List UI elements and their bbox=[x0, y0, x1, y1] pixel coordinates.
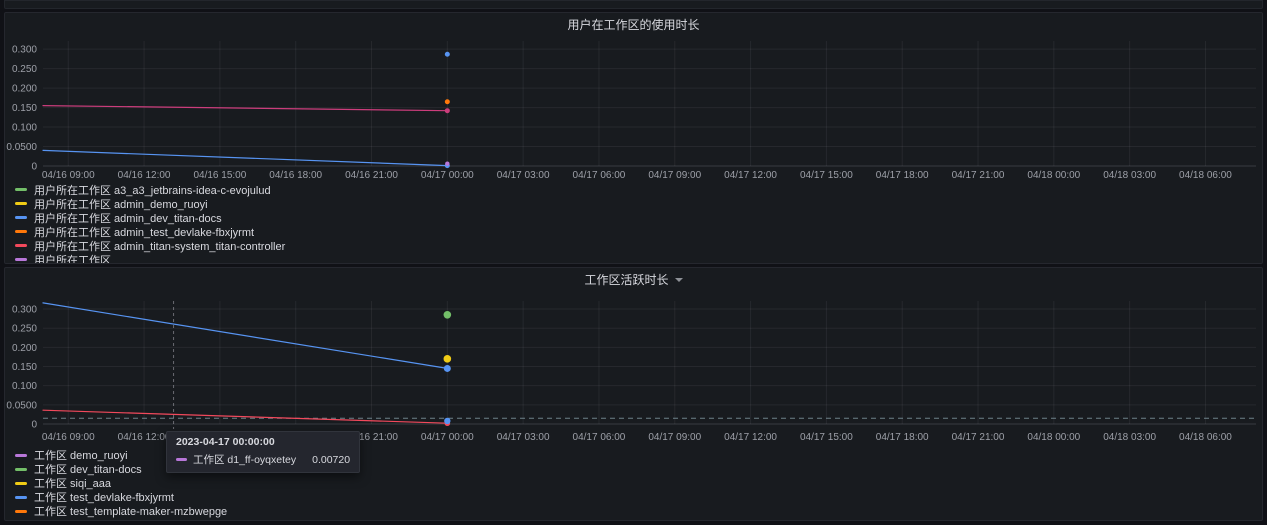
legend-swatch bbox=[15, 482, 27, 485]
x-tick-label: 04/16 12:00 bbox=[118, 170, 171, 181]
x-tick-label: 04/16 18:00 bbox=[269, 170, 322, 181]
legend-swatch bbox=[15, 258, 27, 261]
data-point bbox=[444, 418, 450, 424]
tooltip-series-label: 工作区 d1_ff-oyqxetey bbox=[193, 452, 296, 467]
x-tick-label: 04/17 15:00 bbox=[800, 170, 853, 181]
x-tick-label: 04/18 06:00 bbox=[1179, 170, 1232, 181]
legend-item[interactable]: 用户所在工作区 admin_titan-system_titan-control… bbox=[15, 239, 1254, 252]
panel-menu-chevron-icon[interactable] bbox=[675, 278, 683, 282]
x-tick-label: 04/16 15:00 bbox=[193, 170, 246, 181]
x-tick-label: 04/17 06:00 bbox=[573, 432, 626, 443]
panel1-title-text: 用户在工作区的使用时长 bbox=[567, 18, 699, 32]
legend-label: 工作区 test_template-maker-mzbwepge bbox=[34, 503, 227, 519]
x-tick-label: 04/18 03:00 bbox=[1103, 170, 1156, 181]
y-tick-label: 0 bbox=[31, 420, 37, 431]
tooltip-time: 2023-04-17 00:00:00 bbox=[176, 436, 350, 448]
y-tick-label: 0.300 bbox=[12, 305, 37, 316]
legend-label: 用户所在工作区 bbox=[34, 252, 111, 264]
legend-swatch bbox=[15, 496, 27, 499]
legend-swatch bbox=[15, 188, 27, 191]
panel1-title[interactable]: 用户在工作区的使用时长 bbox=[5, 16, 1262, 34]
data-point bbox=[445, 161, 449, 165]
legend-swatch bbox=[15, 510, 27, 513]
panel1-legend: 用户所在工作区 a3_a3_jetbrains-idea-c-evojulud用… bbox=[15, 183, 1254, 263]
x-tick-label: 04/16 21:00 bbox=[345, 170, 398, 181]
x-tick-label: 04/17 09:00 bbox=[648, 432, 701, 443]
tooltip-series-value: 0.00720 bbox=[312, 454, 350, 466]
series-line bbox=[43, 150, 447, 165]
x-tick-label: 04/17 21:00 bbox=[952, 432, 1005, 443]
x-tick-label: 04/16 09:00 bbox=[42, 170, 95, 181]
x-tick-label: 04/18 03:00 bbox=[1103, 432, 1156, 443]
chart-tooltip: 2023-04-17 00:00:00 工作区 d1_ff-oyqxetey 0… bbox=[166, 431, 360, 473]
panel1-chart[interactable]: 04/16 09:00 04/16 12:00 04/16 15:00 04/16 1… bbox=[5, 13, 1262, 195]
legend-item[interactable]: 用户所在工作区 a3_a3_jetbrains-idea-c-evojulud bbox=[15, 183, 1254, 196]
y-tick-label: 0.0500 bbox=[6, 400, 37, 411]
x-tick-label: 04/18 00:00 bbox=[1027, 432, 1080, 443]
legend-item[interactable]: 工作区 test_devlake-fbxjyrmt bbox=[15, 490, 1254, 504]
x-tick-label: 04/17 03:00 bbox=[497, 170, 550, 181]
data-point bbox=[444, 311, 452, 319]
y-tick-label: 0.150 bbox=[12, 362, 37, 373]
x-tick-label: 04/17 00:00 bbox=[421, 170, 474, 181]
series-line bbox=[43, 410, 447, 423]
y-tick-label: 0.300 bbox=[12, 45, 37, 56]
x-tick-label: 04/18 06:00 bbox=[1179, 432, 1232, 443]
legend-swatch bbox=[15, 454, 27, 457]
series-end-point bbox=[445, 108, 450, 113]
legend-swatch bbox=[15, 244, 27, 247]
legend-swatch bbox=[15, 468, 27, 471]
x-tick-label: 04/17 12:00 bbox=[724, 432, 777, 443]
x-tick-label: 04/16 12:00 bbox=[118, 432, 171, 443]
legend-swatch bbox=[15, 216, 27, 219]
y-tick-label: 0.0500 bbox=[6, 142, 37, 153]
y-tick-label: 0.100 bbox=[12, 123, 37, 134]
data-point bbox=[445, 99, 450, 104]
legend-item[interactable]: 工作区 test_template-maker-mzbwepge bbox=[15, 504, 1254, 518]
legend-swatch bbox=[15, 230, 27, 233]
legend-item[interactable]: 用户所在工作区 admin_demo_ruoyi bbox=[15, 197, 1254, 210]
panel2-chart[interactable]: 04/16 09:0004/16 12:0004/16 15:0004/16 1… bbox=[5, 268, 1262, 446]
series-line bbox=[43, 303, 447, 369]
x-tick-label: 04/17 00:00 bbox=[421, 432, 474, 443]
tooltip-series-swatch bbox=[176, 458, 187, 461]
x-tick-label: 04/16 09:00 bbox=[42, 432, 95, 443]
legend-item[interactable]: 用户所在工作区 bbox=[15, 253, 1254, 263]
x-tick-label: 04/17 06:00 bbox=[573, 170, 626, 181]
data-point bbox=[445, 52, 450, 57]
y-tick-label: 0.100 bbox=[12, 381, 37, 392]
y-tick-label: 0.200 bbox=[12, 84, 37, 95]
data-point bbox=[444, 355, 452, 363]
x-tick-label: 04/17 15:00 bbox=[800, 432, 853, 443]
panel2-title[interactable]: 工作区活跃时长 bbox=[5, 271, 1262, 289]
y-tick-label: 0.150 bbox=[12, 103, 37, 114]
top-bar bbox=[4, 0, 1263, 9]
y-tick-label: 0.250 bbox=[12, 324, 37, 335]
y-tick-label: 0.250 bbox=[12, 64, 37, 75]
x-tick-label: 04/18 00:00 bbox=[1027, 170, 1080, 181]
x-tick-label: 04/17 03:00 bbox=[497, 432, 550, 443]
panel2-title-text: 工作区活跃时长 bbox=[584, 273, 668, 287]
legend-item[interactable]: 用户所在工作区 admin_dev_titan-docs bbox=[15, 211, 1254, 224]
panel-workspace-active-duration: 工作区活跃时长 04/16 09:0004/16 12:0004/16 15:0… bbox=[4, 267, 1263, 521]
y-tick-label: 0 bbox=[31, 162, 37, 173]
legend-swatch bbox=[15, 202, 27, 205]
x-tick-label: 04/17 18:00 bbox=[876, 432, 929, 443]
x-tick-label: 04/17 21:00 bbox=[952, 170, 1005, 181]
y-tick-label: 0.200 bbox=[12, 343, 37, 354]
x-tick-label: 04/17 09:00 bbox=[648, 170, 701, 181]
series-line bbox=[43, 106, 447, 111]
series-end-point bbox=[444, 365, 451, 372]
legend-item[interactable]: 工作区 siqi_aaa bbox=[15, 476, 1254, 490]
panel-user-workspace-usage: 用户在工作区的使用时长 04/16 09:0004/16 12:0004/16 … bbox=[4, 12, 1263, 264]
x-tick-label: 04/17 12:00 bbox=[724, 170, 777, 181]
x-tick-label: 04/17 18:00 bbox=[876, 170, 929, 181]
legend-item[interactable]: 用户所在工作区 admin_test_devlake-fbxjyrmt bbox=[15, 225, 1254, 238]
